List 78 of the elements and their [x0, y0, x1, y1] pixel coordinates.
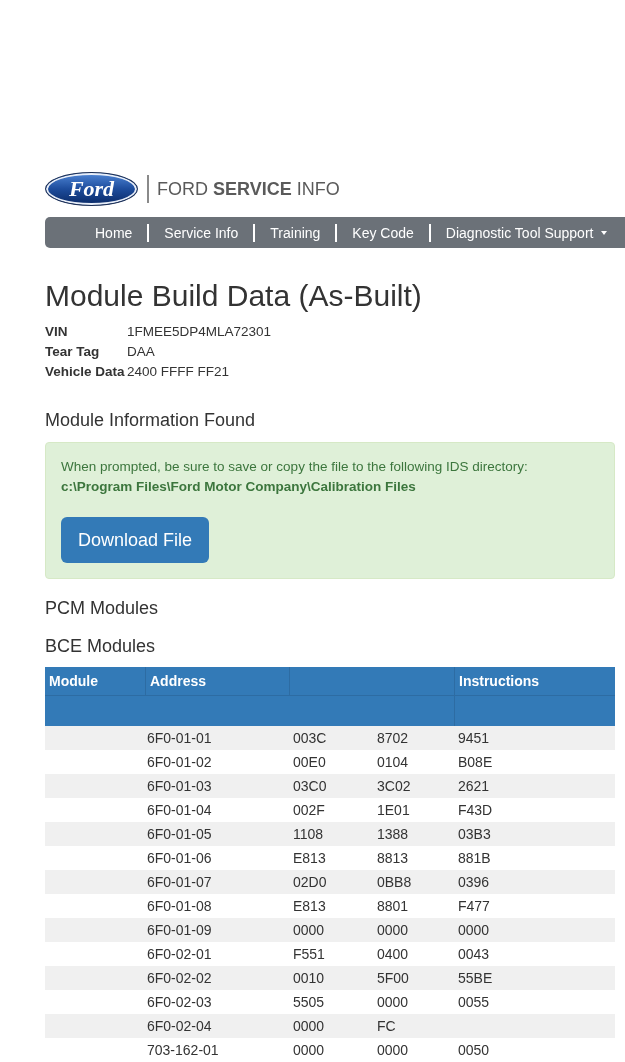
table-cell-text: 0050	[457, 1040, 491, 1060]
column-header: Address	[146, 667, 290, 695]
table-cell-text: E813	[292, 896, 327, 916]
nav-link[interactable]: Training	[255, 222, 336, 243]
site-title: FORD SERVICE INFO	[157, 180, 340, 198]
table-cell-text: 8702	[376, 728, 410, 748]
table-cell-text: 002F	[292, 800, 326, 820]
page-title: Module Build Data (As-Built)	[45, 278, 423, 314]
table-cell-text: 3C02	[376, 776, 412, 796]
table-cell-text: 03C0	[292, 776, 328, 796]
table-cell-text: 0055	[457, 992, 491, 1012]
table-cell-text: 0BB8	[376, 872, 413, 892]
table-cell-text: 00E0	[292, 752, 327, 772]
table-cell-text: F477	[457, 896, 491, 916]
table-cell-text: FC	[376, 1016, 397, 1036]
field-value: DAA	[127, 342, 155, 361]
table-cell-text: 0010	[292, 968, 326, 988]
nav-link[interactable]: Key Code	[337, 222, 429, 243]
column-header: Instructions	[458, 671, 541, 691]
table-cell-text: F551	[292, 944, 326, 964]
table-cell-text: E813	[292, 848, 327, 868]
table-cell-text: 02D0	[292, 872, 328, 892]
table-cell-text: 2621	[457, 776, 491, 796]
field-value: 1FMEE5DP4MLA72301	[127, 322, 272, 341]
directory-path: c:\Program Files\Ford Motor Company\Calibration Files	[61, 478, 417, 496]
table-cell-text: B08E	[457, 752, 494, 772]
table-cell-text: 8801	[376, 896, 410, 916]
table-cell-text: 0000	[292, 920, 326, 940]
table-cell-text: 881B	[457, 848, 492, 868]
table-cell-text: 0000	[376, 992, 410, 1012]
table-cell-text: 9451	[457, 728, 491, 748]
nav-link[interactable]: Home	[80, 222, 148, 243]
nav-link[interactable]: Diagnostic Tool Support	[430, 222, 623, 243]
logo-emblem[interactable]: Ford	[45, 172, 138, 206]
section-heading: BCE Modules	[45, 635, 157, 658]
field-value: 2400 FFFF FF21	[127, 362, 230, 381]
table-cell-text: 1E01	[376, 800, 411, 820]
table-cell-text: 5505	[292, 992, 326, 1012]
table-cell-text: 1108	[292, 824, 325, 844]
table-cell-text: F43D	[457, 800, 494, 820]
table-cell-text: 8813	[376, 848, 410, 868]
section-heading: Module Information Found	[45, 409, 257, 432]
table-cell-text: 6F0-01-08	[146, 896, 213, 916]
table-cell-text: 003C	[292, 728, 328, 748]
table-cell-text: 6F0-02-01	[146, 944, 213, 964]
table-cell-text: 6F0-01-01	[146, 728, 213, 748]
table-cell-text: 0000	[292, 1016, 326, 1036]
section-heading: PCM Modules	[45, 597, 160, 620]
table-cell-text: 0400	[376, 944, 410, 964]
field-label: Vehicle Data	[45, 362, 126, 381]
download-button[interactable]: Download File	[61, 517, 209, 563]
table-cell-text: 0396	[457, 872, 491, 892]
alert-message: When prompted, be sure to save or copy the file to the following IDS directory:	[61, 458, 529, 476]
field-label: VIN	[45, 322, 69, 341]
table-cell-text: 1388	[376, 824, 410, 844]
table-cell-text: 6F0-01-09	[146, 920, 213, 940]
table-cell-text: 5F00	[376, 968, 410, 988]
table-cell-text: 6F0-01-03	[146, 776, 213, 796]
table-cell-text: 0000	[292, 1040, 326, 1060]
nav-link[interactable]: Service Info	[149, 222, 254, 243]
table-cell-text: 55BE	[457, 968, 494, 988]
table-cell-text: 6F0-01-06	[146, 848, 213, 868]
table-cell-text: 0043	[457, 944, 491, 964]
table-cell-text: 6F0-02-02	[146, 968, 213, 988]
table-cell-text: 0000	[376, 1040, 410, 1060]
table-cell-text: 0000	[376, 920, 410, 940]
table-cell-text: 6F0-01-07	[146, 872, 213, 892]
field-label: Tear Tag	[45, 342, 101, 361]
table-cell-text: 6F0-02-03	[146, 992, 213, 1012]
table-cell-text: 703-162-01	[146, 1040, 220, 1060]
table-cell-text: 6F0-02-04	[146, 1016, 213, 1036]
table-cell-text: 6F0-01-05	[146, 824, 213, 844]
column-header: Module	[45, 667, 146, 695]
table-cell-text: 03B3	[457, 824, 492, 844]
table-cell-text: 0104	[376, 752, 410, 772]
table-cell-text: 6F0-01-02	[146, 752, 213, 772]
table-cell-text: 6F0-01-04	[146, 800, 213, 820]
table-cell-text: 0000	[457, 920, 491, 940]
